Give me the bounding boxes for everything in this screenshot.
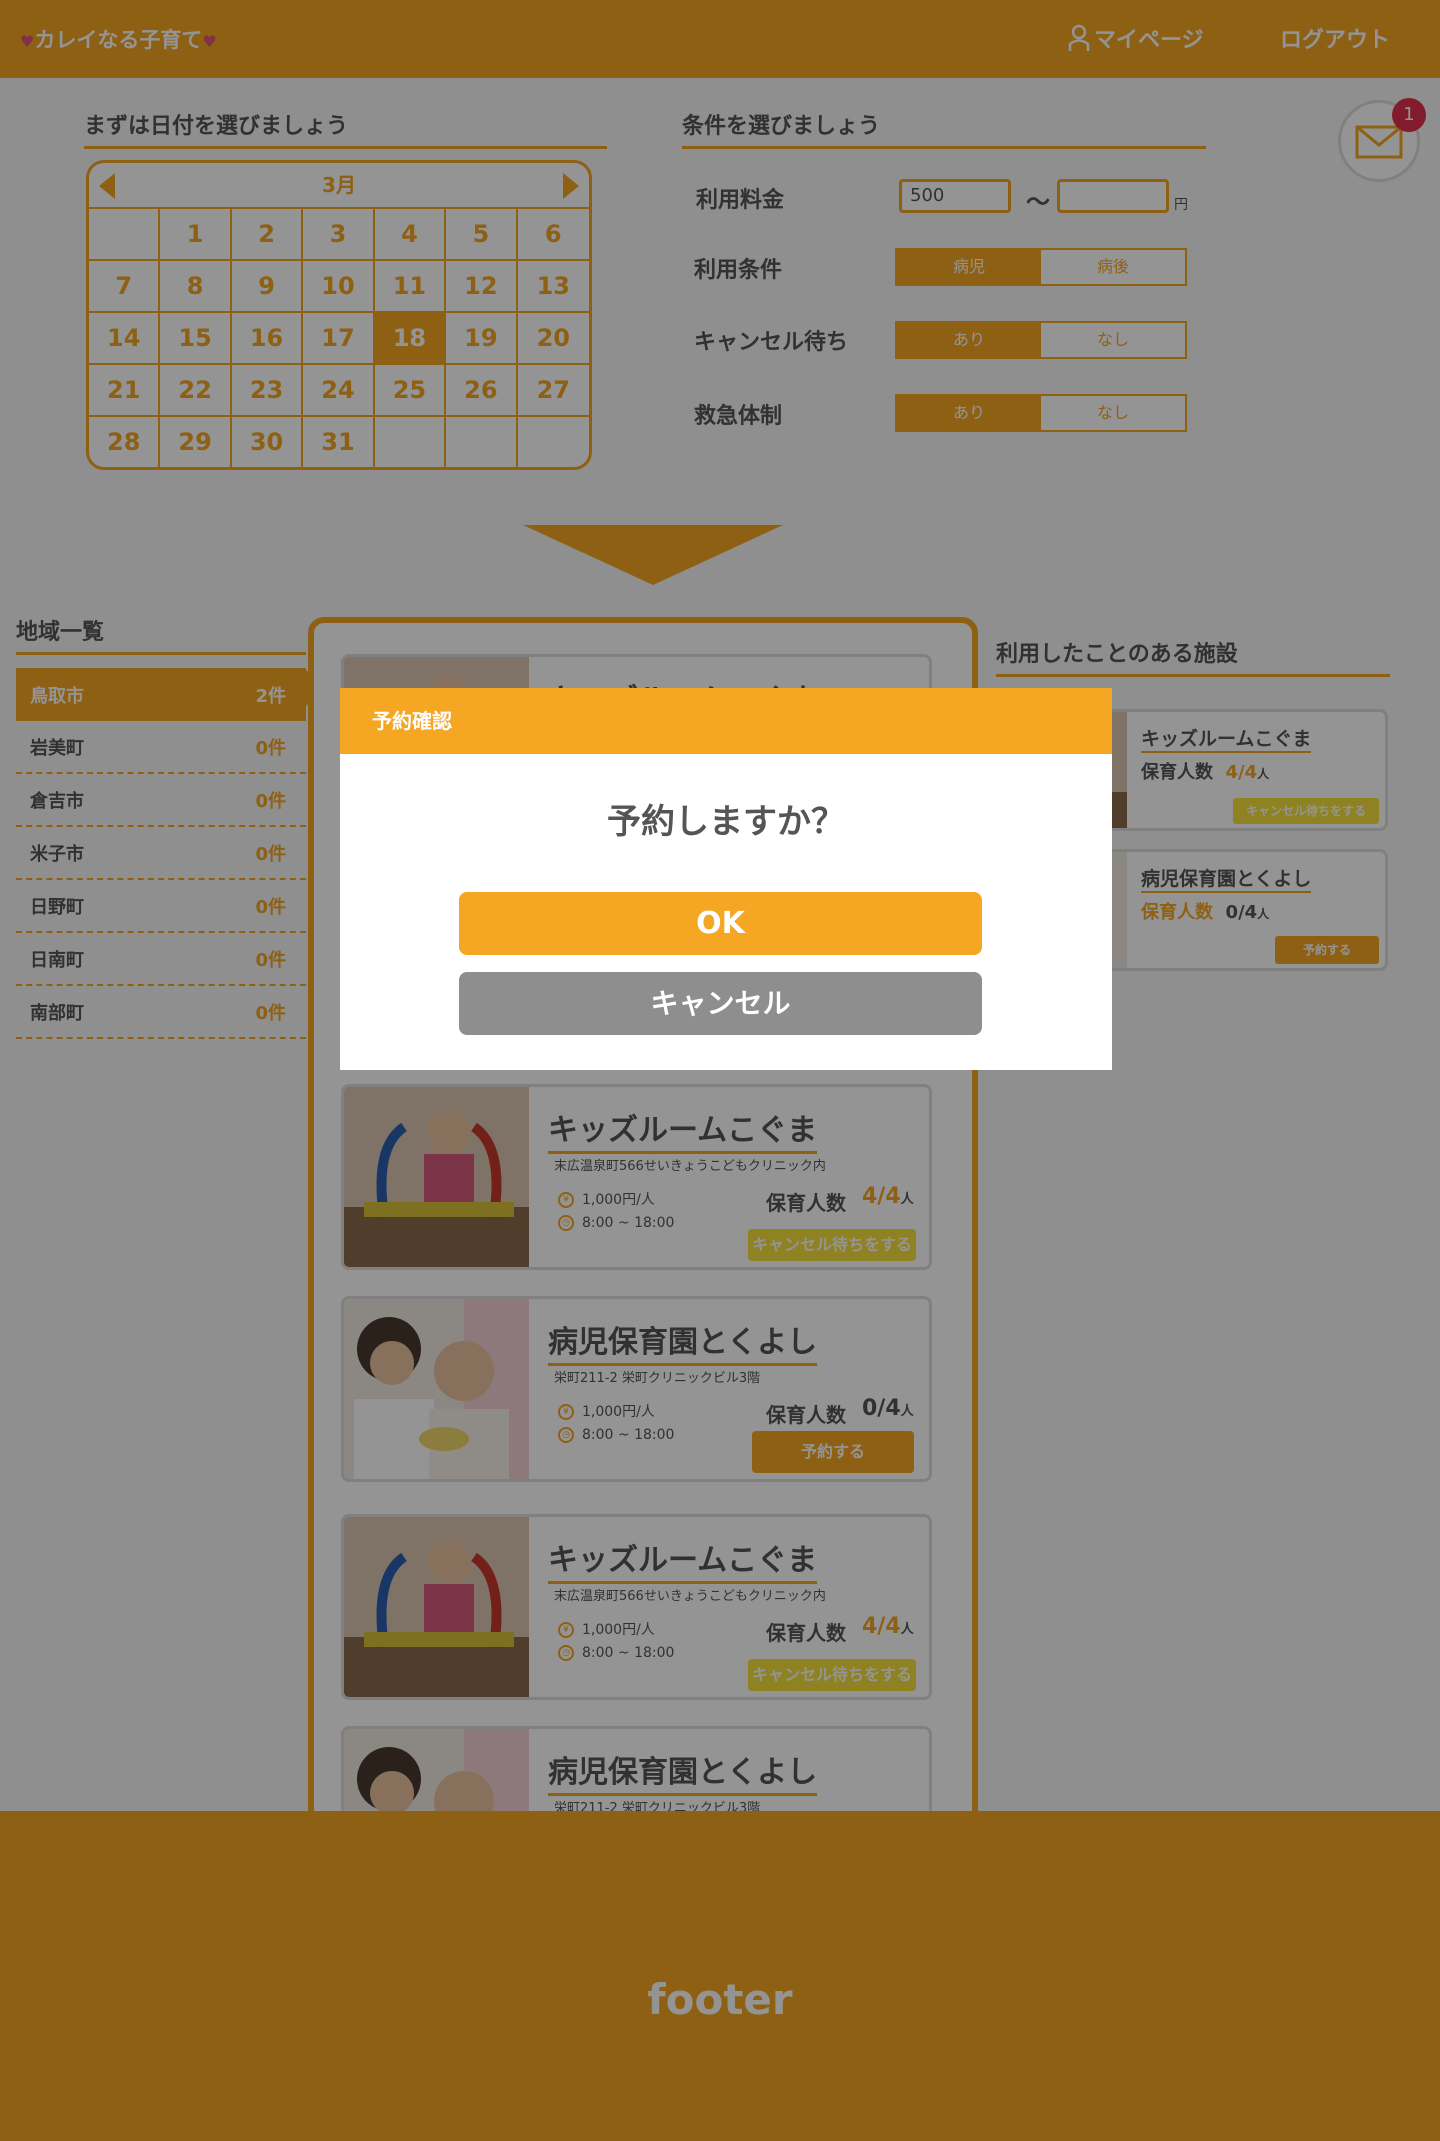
- confirm-modal: 予約確認 予約しますか？ OK キャンセル: [340, 688, 1112, 1070]
- cancel-button[interactable]: キャンセル: [459, 972, 982, 1035]
- modal-question: 予約しますか？: [607, 802, 845, 842]
- modal-overlay[interactable]: [0, 0, 1440, 2141]
- ok-button[interactable]: OK: [459, 892, 982, 955]
- modal-title: 予約確認: [340, 688, 1112, 754]
